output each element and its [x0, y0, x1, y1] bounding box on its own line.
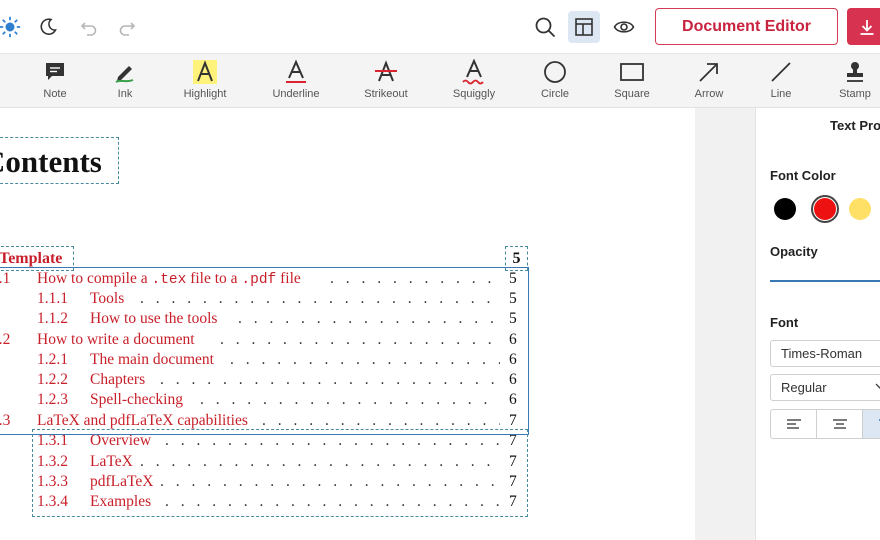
toc-entry[interactable]: 1.2.2 Chapters . . . . . . . . . . . . .… — [0, 371, 530, 391]
tool-label: Stamp — [839, 88, 871, 100]
preview-eye-icon[interactable] — [608, 11, 640, 43]
color-swatch-red[interactable] — [814, 198, 836, 220]
document-editor-button[interactable]: Document Editor — [655, 8, 838, 45]
underline-icon — [283, 58, 309, 86]
font-family-select[interactable]: Times-Roman — [770, 340, 880, 367]
tool-highlight[interactable]: Highlight — [165, 58, 245, 106]
viewer-gutter — [695, 108, 755, 540]
tool-square[interactable]: Square — [592, 58, 672, 106]
toc-entry[interactable]: 1.3.2 LaTeX . . . . . . . . . . . . . . … — [0, 453, 530, 473]
tool-label: Circle — [540, 88, 570, 100]
tool-label: Underline — [272, 88, 320, 100]
note-icon — [44, 58, 66, 86]
tool-label: Ink — [117, 88, 133, 100]
download-icon — [860, 19, 874, 35]
pdf-annotation-app: Document Editor Note Ink Highlight Under… — [0, 0, 880, 540]
tool-underline[interactable]: Underline — [256, 58, 336, 106]
top-toolbar: Document Editor — [0, 0, 880, 54]
color-swatch-black[interactable] — [774, 198, 796, 220]
tool-arrow[interactable]: Arrow — [669, 58, 749, 106]
toc-entry[interactable]: 1.1 How to compile a .tex file to a .pdf… — [0, 270, 530, 290]
download-button[interactable] — [847, 8, 880, 45]
stamp-icon — [843, 58, 867, 86]
document-viewer[interactable]: Contents Template 5 1.1 How to compile a… — [0, 108, 695, 540]
panel-title: Text Properties — [830, 118, 880, 133]
tool-circle[interactable]: Circle — [515, 58, 595, 106]
section-title[interactable]: Template — [0, 246, 74, 271]
opacity-label: Opacity — [770, 244, 818, 259]
align-left-icon — [786, 419, 801, 429]
toc-entry[interactable]: 1.2.1 The main document . . . . . . . . … — [0, 351, 530, 371]
font-color-label: Font Color — [770, 168, 836, 183]
tool-strikeout[interactable]: Strikeout — [346, 58, 426, 106]
redo-icon[interactable] — [111, 11, 143, 43]
square-icon — [619, 58, 645, 86]
line-icon — [769, 58, 793, 86]
tool-label: Note — [43, 88, 67, 100]
dark-theme-icon[interactable] — [32, 11, 64, 43]
tool-label: Line — [770, 88, 792, 100]
circle-icon — [543, 58, 567, 86]
undo-icon[interactable] — [73, 11, 105, 43]
toc-entry[interactable]: 1.2.3 Spell-checking . . . . . . . . . .… — [0, 391, 530, 411]
align-left-button[interactable] — [771, 410, 817, 438]
pen-icon — [113, 58, 137, 86]
toc-entry[interactable]: 1.1.2 How to use the tools . . . . . . .… — [0, 310, 530, 330]
tool-label: Highlight — [183, 88, 227, 100]
toc-entry[interactable]: 1.3.1 Overview . . . . . . . . . . . . .… — [0, 432, 530, 452]
align-center-icon — [832, 419, 847, 429]
arrow-icon — [697, 58, 721, 86]
highlight-icon — [192, 58, 218, 86]
align-center-button[interactable] — [817, 410, 863, 438]
contents-heading[interactable]: Contents — [0, 137, 119, 184]
align-right-button[interactable] — [863, 410, 880, 438]
chevron-down-icon — [874, 380, 880, 395]
tool-note[interactable]: Note — [15, 58, 95, 106]
tool-label: Arrow — [694, 88, 724, 100]
tool-squiggly[interactable]: Squiggly — [434, 58, 514, 106]
tool-line[interactable]: Line — [741, 58, 821, 106]
text-properties-panel: Text Properties Font Color Opacity Font … — [755, 108, 880, 540]
section-page-number[interactable]: 5 — [505, 246, 528, 271]
layout-icon[interactable] — [568, 11, 600, 43]
opacity-slider[interactable] — [770, 280, 880, 282]
toc-entry[interactable]: 1.3 LaTeX and pdfLaTeX capabilities . . … — [0, 412, 530, 432]
toc-entry[interactable]: 1.2 How to write a document . . . . . . … — [0, 331, 530, 351]
squiggly-icon — [461, 58, 487, 86]
text-align-group — [770, 409, 880, 439]
tool-label: Square — [614, 88, 650, 100]
search-icon[interactable] — [529, 11, 561, 43]
annotation-toolbar: Note Ink Highlight Underline Strikeout S… — [0, 54, 880, 108]
font-label: Font — [770, 315, 799, 330]
toc-entry[interactable]: 1.3.3 pdfLaTeX . . . . . . . . . . . . .… — [0, 473, 530, 493]
light-theme-icon[interactable] — [0, 11, 26, 43]
tool-label: Strikeout — [364, 88, 408, 100]
strikeout-icon — [373, 58, 399, 86]
tool-label: Squiggly — [452, 88, 496, 100]
toc-entry[interactable]: 1.3.4 Examples . . . . . . . . . . . . .… — [0, 493, 530, 513]
toc-entry[interactable]: 1.1.1 Tools . . . . . . . . . . . . . . … — [0, 290, 530, 310]
tool-ink[interactable]: Ink — [85, 58, 165, 106]
tool-stamp[interactable]: Stamp — [815, 58, 880, 106]
font-weight-select[interactable]: Regular — [770, 374, 880, 401]
color-swatch-yellow[interactable] — [849, 198, 871, 220]
